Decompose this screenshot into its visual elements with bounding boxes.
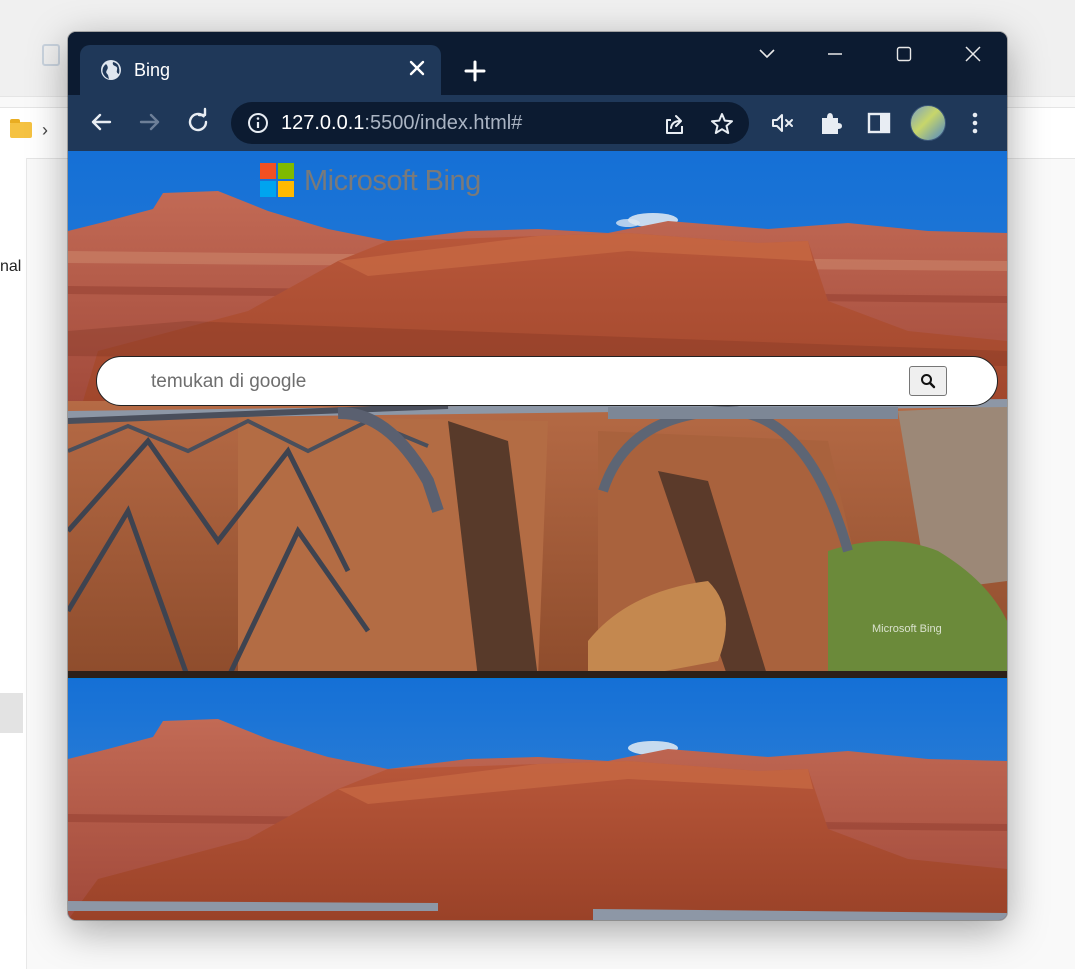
watermark: Microsoft Bing xyxy=(872,623,942,635)
page-viewport: Microsoft Bing Microsoft Bing xyxy=(68,151,1007,920)
breadcrumb-chevron-icon: › xyxy=(42,120,48,140)
browser-window: Bing 127.0.0.1:5500/index.html# Microsof… xyxy=(68,32,1007,920)
background-sidebar-text: nal xyxy=(0,258,22,275)
close-icon[interactable] xyxy=(404,55,430,81)
share-icon[interactable] xyxy=(661,111,687,137)
url-host: 127.0.0.1 xyxy=(281,112,365,134)
background-sidebar-selection xyxy=(0,693,23,733)
star-icon[interactable] xyxy=(709,111,735,137)
search-bar xyxy=(96,356,998,406)
forward-arrow-icon[interactable] xyxy=(133,105,167,139)
browser-toolbar: 127.0.0.1:5500/index.html# xyxy=(68,95,1007,151)
menu-dots-icon[interactable] xyxy=(960,108,990,138)
search-input[interactable] xyxy=(149,365,893,399)
side-panel-icon[interactable] xyxy=(864,108,894,138)
logo-text: Microsoft Bing xyxy=(304,165,481,197)
globe-icon xyxy=(101,60,121,80)
chevron-down-icon[interactable] xyxy=(749,40,785,68)
info-icon[interactable] xyxy=(247,112,269,134)
url-path: :5500/index.html# xyxy=(364,112,523,134)
mute-icon[interactable] xyxy=(768,108,798,138)
search-icon xyxy=(921,374,936,389)
tab-bing[interactable]: Bing xyxy=(80,45,441,95)
back-arrow-icon[interactable] xyxy=(84,105,118,139)
url-text[interactable]: 127.0.0.1:5500/index.html# xyxy=(281,112,522,135)
background-image: Microsoft Bing Microsoft Bing xyxy=(68,151,1007,678)
window-close-icon[interactable] xyxy=(955,40,991,68)
background-image-repeat xyxy=(68,679,1007,920)
search-button[interactable] xyxy=(909,366,947,396)
tab-title: Bing xyxy=(134,60,171,80)
profile-avatar[interactable] xyxy=(910,105,946,141)
reload-icon[interactable] xyxy=(181,105,215,139)
background-sidebar xyxy=(0,158,27,969)
canyon-landscape xyxy=(68,151,1007,678)
minimize-icon[interactable] xyxy=(817,40,853,68)
copy-icon xyxy=(42,44,60,66)
extensions-icon[interactable] xyxy=(816,108,846,138)
plus-icon[interactable] xyxy=(460,56,490,86)
microsoft-logo-icon xyxy=(260,163,295,198)
folder-icon xyxy=(10,119,32,138)
canyon-landscape-repeat xyxy=(68,679,1007,920)
maximize-icon[interactable] xyxy=(886,40,922,68)
tab-strip: Bing xyxy=(68,32,1007,95)
address-bar[interactable]: 127.0.0.1:5500/index.html# xyxy=(231,102,749,144)
